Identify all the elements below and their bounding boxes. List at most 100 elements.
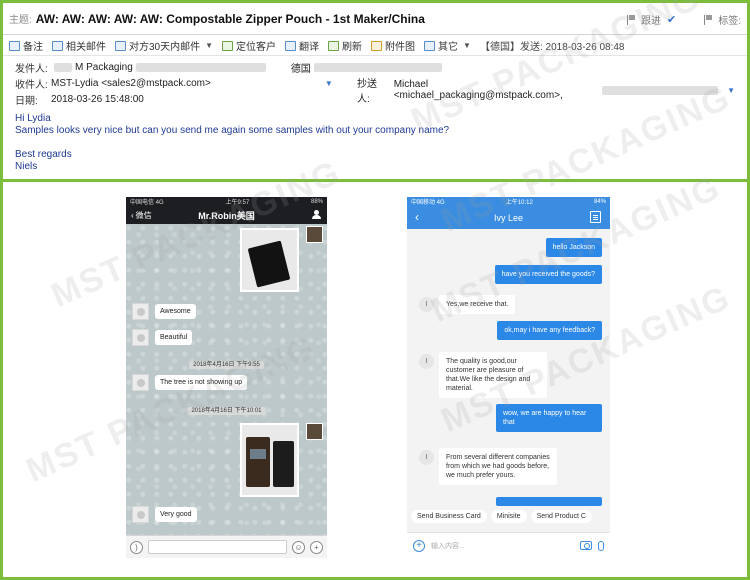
minisite-chip[interactable]: Minisite <box>490 509 527 523</box>
avatar[interactable] <box>132 506 149 523</box>
chevron-left-icon[interactable]: ‹ <box>415 210 419 224</box>
follow-up-button[interactable]: 跟进 <box>641 12 661 27</box>
avatar[interactable] <box>132 303 149 320</box>
message-input[interactable]: 输入内容... <box>431 541 574 551</box>
from-label: 发件人: <box>15 63 48 75</box>
translate-icon <box>285 40 297 51</box>
carrier: 中国电信 4G <box>130 200 164 206</box>
sent-message[interactable]: have you received the goods? <box>494 265 602 284</box>
toolbar-label: 刷新 <box>342 42 363 53</box>
emoji-icon[interactable]: ☺ <box>292 540 305 554</box>
tag-flag-icon[interactable] <box>704 14 713 25</box>
toolbar-label: 其它 <box>438 42 459 53</box>
sent-message-partial[interactable] <box>496 497 602 506</box>
message-bubble[interactable]: The tree is not showing up <box>155 375 248 390</box>
battery: 88% <box>310 198 323 205</box>
received-message[interactable]: From several different companies from wh… <box>439 448 557 485</box>
flag-icon[interactable] <box>627 14 635 25</box>
plus-icon[interactable]: + <box>310 540 323 554</box>
avatar-placeholder-icon <box>136 307 145 316</box>
email-panel: 主题: AW: AW: AW: AW: AW: Compostable Zipp… <box>0 0 750 182</box>
sent-message[interactable]: ok,may i have any feedback? <box>497 321 602 340</box>
redacted-text <box>135 62 266 72</box>
avatar[interactable] <box>132 374 149 391</box>
redacted-text <box>54 62 72 72</box>
timestamp: 2018年4月16日 下午9:55 <box>126 359 327 369</box>
chevron-down-icon[interactable]: ▼ <box>205 41 213 50</box>
avatar[interactable]: I <box>419 297 434 312</box>
to-value[interactable]: MST-Lydia <sales2@mstpack.com> <box>51 78 211 89</box>
body-greeting: Hi Lydia <box>15 113 51 124</box>
received-message[interactable]: Yes,we receive that. <box>439 295 516 314</box>
avatar-placeholder-icon <box>136 333 145 342</box>
refresh-icon <box>328 40 340 51</box>
voice-icon[interactable]: ) <box>130 540 143 554</box>
sent-info: 【德国】发送: 2018-03-26 08:48 <box>479 42 625 53</box>
message-row: Awesome <box>132 303 196 320</box>
avatar[interactable] <box>132 329 149 346</box>
camera-icon[interactable] <box>580 541 592 550</box>
avatar-placeholder-icon <box>136 510 145 519</box>
toolbar-translate-button[interactable]: 翻译 <box>285 38 319 53</box>
toolbar-related-mail-button[interactable]: 相关邮件 <box>52 38 106 53</box>
chevron-down-icon[interactable]: ▼ <box>325 79 333 88</box>
toolbar-other-button[interactable]: 其它 ▼ <box>424 38 471 53</box>
toolbar-note-button[interactable]: 备注 <box>9 38 43 53</box>
checkmark-icon[interactable]: ✔ <box>667 13 676 26</box>
grid-icon <box>424 40 436 51</box>
message-row: Beautiful <box>132 329 193 346</box>
wechat-screenshot: 中国电信 4G 上午9:57 88% ‹ 微信 Mr.Robin美国 Awesom… <box>126 197 327 558</box>
toolbar-refresh-button[interactable]: 刷新 <box>328 38 362 53</box>
avatar[interactable]: I <box>419 450 434 465</box>
message-input[interactable] <box>148 540 287 554</box>
message-bubble[interactable]: Very good <box>155 507 197 522</box>
send-business-card-chip[interactable]: Send Business Card <box>411 509 487 523</box>
toolbar-last-30-days-button[interactable]: 对方30天内邮件 ▼ <box>115 38 213 53</box>
plus-icon[interactable]: + <box>413 539 425 552</box>
from-country-tag: 德国 <box>290 63 311 75</box>
microphone-icon[interactable] <box>598 540 604 551</box>
email-toolbar: 备注 相关邮件 对方30天内邮件 ▼ 定位客户 翻译 刷新 附件图 其它 ▼ 【德国… <box>3 36 747 56</box>
pouch-image <box>247 240 291 288</box>
status-bar: 中国电信 4G 上午9:57 88% <box>126 197 327 206</box>
chat-app-screenshot: 中国移动 4G 上午10:12 84% ‹ Ivy Lee hello Jack… <box>407 197 610 558</box>
image-icon <box>371 40 383 51</box>
product-photo[interactable] <box>240 228 299 292</box>
sent-message[interactable]: wow, we are happy to hear that <box>496 404 602 432</box>
toolbar-locate-customer-button[interactable]: 定位客户 <box>222 38 276 53</box>
person-icon[interactable] <box>312 210 321 219</box>
send-product-chip[interactable]: Send Product C <box>530 509 592 523</box>
toolbar-attachment-view-button[interactable]: 附件图 <box>371 38 415 53</box>
avatar[interactable]: I <box>419 354 434 369</box>
wechat-nav-bar: ‹ 微信 Mr.Robin美国 <box>126 206 327 224</box>
tags-label[interactable]: 标签: <box>718 12 741 27</box>
chevron-down-icon[interactable]: ▼ <box>463 41 471 50</box>
contact-card-icon[interactable] <box>590 211 601 223</box>
message-bubble[interactable]: Awesome <box>155 304 196 319</box>
toolbar-label: 备注 <box>23 42 43 53</box>
product-photo[interactable] <box>240 423 299 497</box>
sent-message[interactable]: hello Jackson <box>545 238 602 257</box>
subject-label: 主题: <box>9 15 32 26</box>
message-row: Very good <box>132 506 197 523</box>
self-avatar <box>306 226 323 243</box>
status-bar: 中国移动 4G 上午10:12 84% <box>407 197 610 206</box>
timestamp-text: 2018年4月16日 下午9:55 <box>189 361 264 369</box>
mail-icon <box>52 40 63 51</box>
chat-message-area: hello Jackson have you received the good… <box>407 229 610 506</box>
chat-title: Mr.Robin美国 <box>198 210 255 221</box>
clock: 上午10:12 <box>505 200 533 206</box>
note-icon <box>9 40 20 51</box>
wechat-chat-area: Awesome Beautiful 2018年4月16日 下午9:55 The … <box>126 224 327 535</box>
message-bubble[interactable]: Beautiful <box>155 330 193 345</box>
to-row: 收件人: MST-Lydia <sales2@mstpack.com> ▼ 抄送… <box>15 75 735 106</box>
received-message[interactable]: The quality is good,our customer are ple… <box>439 352 547 398</box>
wechat-input-bar: ) ☺ + <box>126 535 327 558</box>
carrier: 中国移动 4G <box>411 200 445 206</box>
from-value[interactable]: M Packaging <box>75 62 133 73</box>
toolbar-label: 对方30天内邮件 <box>129 42 201 53</box>
toolbar-label: 相关邮件 <box>66 42 106 53</box>
email-body: Hi Lydia Samples looks very nice but can… <box>15 113 449 173</box>
location-icon <box>222 40 234 51</box>
